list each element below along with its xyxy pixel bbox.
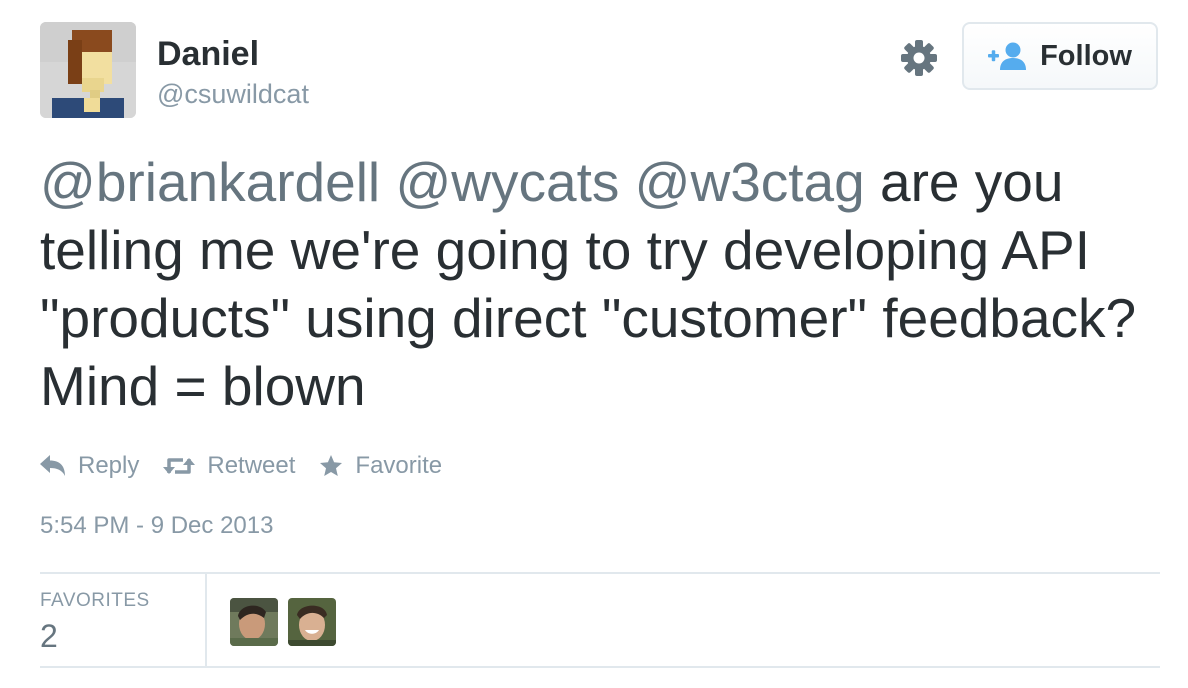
retweet-button[interactable]: Retweet [163,452,295,480]
favorites-stat[interactable]: FAVORITES 2 [40,574,207,666]
retweet-icon [163,458,196,474]
mention-link[interactable]: @briankardell [40,151,380,213]
reply-arrow-icon [40,455,65,476]
tweet-timestamp[interactable]: 5:54 PM - 9 Dec 2013 [40,510,273,542]
mention-link[interactable]: @wycats [395,151,619,213]
reply-button[interactable]: Reply [40,452,139,480]
favoriter-avatar[interactable] [288,598,336,646]
reply-label: Reply [78,452,140,479]
tweet-text: @briankardell @wycats @w3ctag are you te… [40,148,1150,420]
add-user-icon [988,42,1027,70]
favorite-label: Favorite [355,452,443,479]
favoriter-avatar-image [230,598,278,646]
follow-button-label: Follow [1040,39,1132,72]
mention-link[interactable]: @w3ctag [635,151,865,213]
user-name[interactable]: Daniel [157,34,259,74]
follow-button[interactable]: Follow [962,22,1158,90]
favorite-button[interactable]: Favorite [319,452,442,480]
favorites-count: 2 [40,618,58,654]
gear-icon[interactable] [899,38,939,78]
tweet-stats: FAVORITES 2 [40,572,1160,668]
favoriter-avatar-image [288,598,336,646]
user-avatar[interactable] [40,22,136,118]
retweet-label: Retweet [207,452,296,479]
user-handle[interactable]: @csuwildcat [157,78,309,110]
star-icon [320,455,343,476]
avatar-image [40,22,136,118]
favoriter-avatar[interactable] [230,598,278,646]
tweet-actions: Reply Retweet Favorite [40,448,466,484]
favorites-label: FAVORITES [40,590,150,611]
